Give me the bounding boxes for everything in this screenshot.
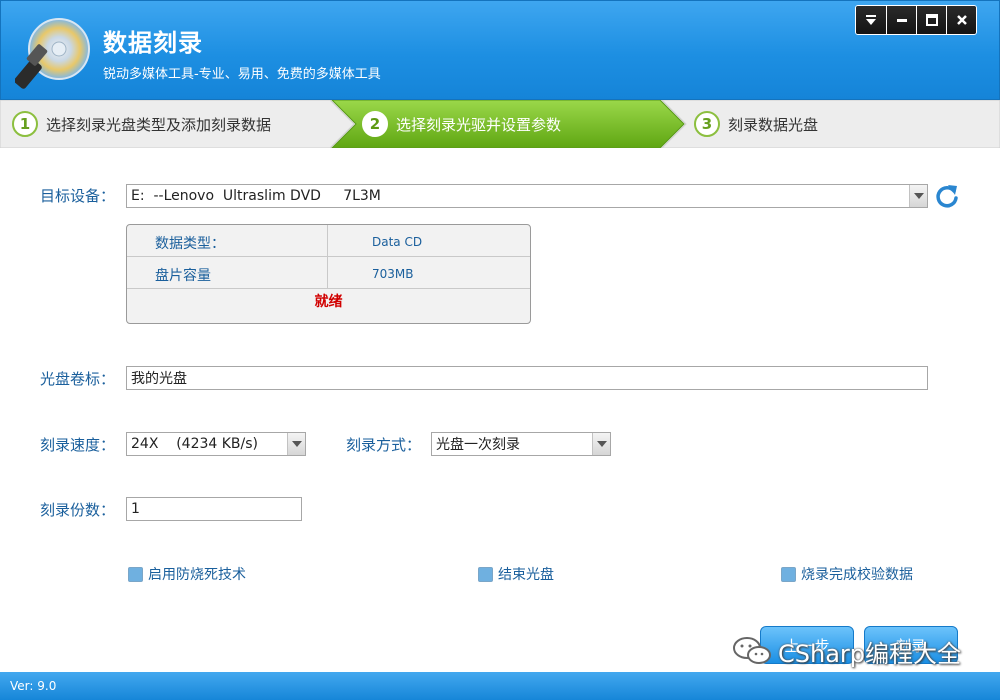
- checkbox-burnproof-label: 启用防烧死技术: [148, 567, 246, 583]
- step-3-label: 刻录数据光盘: [728, 115, 819, 134]
- checkbox-verify-label: 烧录完成校验数据: [801, 567, 913, 583]
- speed-select[interactable]: 24X (4234 KB/s): [126, 432, 306, 456]
- checkbox-finalize[interactable]: 结束光盘: [478, 564, 554, 584]
- speed-value: 24X (4234 KB/s): [131, 436, 259, 452]
- chevron-down-icon: [592, 433, 610, 455]
- divider: [327, 225, 328, 257]
- close-button[interactable]: [946, 6, 976, 34]
- disc-burner-logo-icon: [15, 18, 90, 89]
- minimize-icon: [896, 19, 907, 22]
- volume-input[interactable]: 我的光盘: [126, 366, 928, 390]
- disc-info-panel: 数据类型： Data CD 盘片容量 703MB 就绪: [126, 224, 531, 324]
- app-title: 数据刻录: [103, 29, 203, 57]
- checkbox-box[interactable]: [781, 566, 796, 582]
- copies-label: 刻录份数：: [40, 501, 116, 519]
- step-2-label: 选择刻录光驱并设置参数: [396, 115, 562, 134]
- status-bar: Ver: 9.0: [0, 672, 1000, 700]
- mode-select[interactable]: 光盘一次刻录: [431, 432, 611, 456]
- close-icon: [956, 15, 967, 25]
- capacity-value: 703MB: [372, 267, 414, 281]
- watermark-text: CSharp编程大全: [778, 639, 962, 668]
- chevron-down-icon: [287, 433, 305, 455]
- title-bar: 数据刻录 锐动多媒体工具-专业、易用、免费的多媒体工具: [0, 0, 1000, 100]
- step-1: 1 选择刻录光盘类型及添加刻录数据: [12, 100, 271, 148]
- checkbox-finalize-label: 结束光盘: [498, 567, 554, 583]
- minimize-button[interactable]: [886, 6, 916, 34]
- menu-icon: [866, 15, 876, 25]
- device-label: 目标设备：: [40, 187, 116, 205]
- mode-value: 光盘一次刻录: [436, 437, 520, 453]
- step-3: 3 刻录数据光盘: [694, 100, 818, 148]
- watermark: CSharp编程大全: [732, 634, 961, 668]
- maximize-icon: [925, 14, 938, 26]
- status-text: 就绪: [314, 294, 343, 310]
- device-select[interactable]: E: --Lenovo Ultraslim DVD 7L3M: [126, 184, 928, 208]
- step-3-number: 3: [694, 111, 720, 137]
- checkbox-box[interactable]: [128, 566, 143, 582]
- info-row-type: 数据类型： Data CD: [127, 225, 530, 257]
- info-row-capacity: 盘片容量 703MB: [127, 257, 530, 289]
- data-type-value: Data CD: [372, 235, 423, 249]
- divider: [327, 257, 328, 289]
- version-text: Ver: 9.0: [10, 679, 57, 693]
- step-1-label: 选择刻录光盘类型及添加刻录数据: [46, 115, 272, 134]
- device-value: E: --Lenovo Ultraslim DVD 7L3M: [131, 188, 381, 204]
- capacity-key: 盘片容量: [155, 268, 211, 284]
- step-progress-bar: 1 选择刻录光盘类型及添加刻录数据 2 选择刻录光驱并设置参数 3 刻录数据光盘: [0, 100, 1000, 148]
- checkbox-burnproof[interactable]: 启用防烧死技术: [128, 564, 246, 584]
- step-1-number: 1: [12, 111, 38, 137]
- maximize-button[interactable]: [916, 6, 946, 34]
- chevron-down-icon: [909, 185, 927, 207]
- speed-label: 刻录速度：: [40, 436, 116, 454]
- wechat-icon: [733, 637, 771, 664]
- checkbox-box[interactable]: [478, 566, 493, 582]
- step-2: 2 选择刻录光驱并设置参数: [362, 100, 561, 148]
- volume-label: 光盘卷标：: [40, 370, 116, 388]
- checkbox-verify[interactable]: 烧录完成校验数据: [781, 564, 913, 584]
- step-2-number: 2: [362, 111, 388, 137]
- menu-button[interactable]: [856, 6, 886, 34]
- refresh-icon[interactable]: [934, 183, 960, 209]
- mode-label: 刻录方式：: [346, 436, 422, 454]
- window-controls: [855, 5, 977, 35]
- app-subtitle: 锐动多媒体工具-专业、易用、免费的多媒体工具: [103, 67, 381, 82]
- copies-input[interactable]: 1: [126, 497, 302, 521]
- data-type-key: 数据类型：: [155, 236, 225, 252]
